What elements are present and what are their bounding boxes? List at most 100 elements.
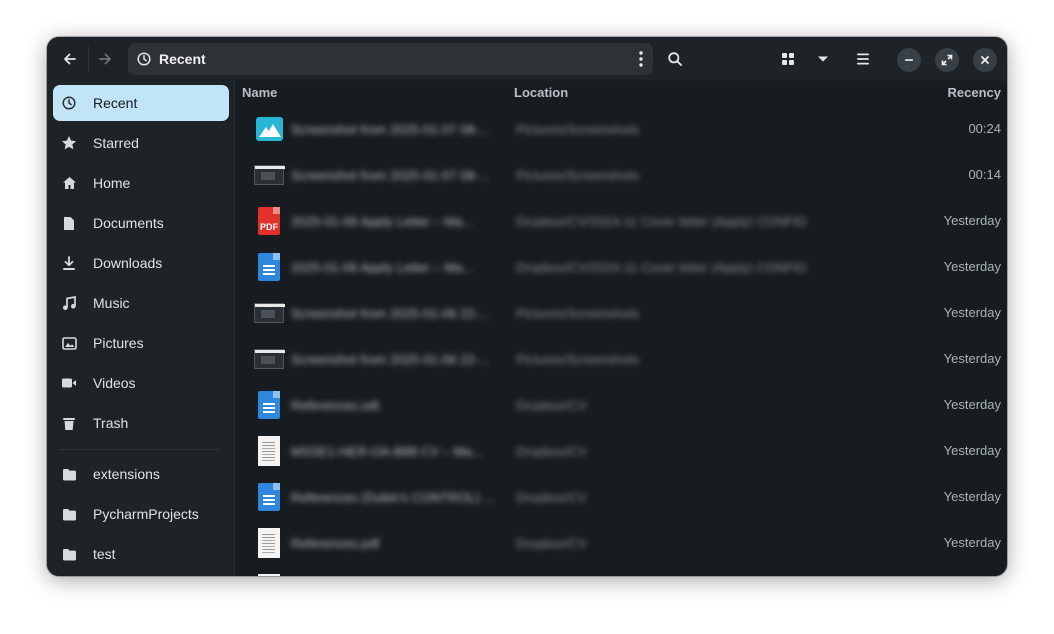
file-recency: Yesterday bbox=[943, 351, 1001, 366]
file-row[interactable]: PDF 2025-01-06 Apply Letter – Ma... Drop… bbox=[236, 198, 1007, 244]
sidebar-item-label: Starred bbox=[93, 135, 139, 151]
close-button[interactable] bbox=[973, 48, 997, 72]
location-bar[interactable]: Recent bbox=[128, 43, 653, 75]
file-location: Dropbox/CV bbox=[516, 398, 587, 412]
maximize-icon bbox=[941, 54, 953, 66]
image-file-icon bbox=[254, 114, 284, 144]
document-file-icon bbox=[254, 252, 284, 282]
back-button[interactable] bbox=[56, 45, 84, 73]
sidebar-item-label: PycharmProjects bbox=[93, 506, 199, 522]
clock-icon bbox=[137, 52, 151, 66]
sidebar-item-label: Documents bbox=[93, 215, 164, 231]
star-icon bbox=[61, 135, 77, 151]
forward-button[interactable] bbox=[91, 45, 119, 73]
sidebar-item-extensions[interactable]: extensions bbox=[53, 456, 229, 492]
folder-icon bbox=[61, 466, 77, 482]
close-icon bbox=[981, 56, 989, 64]
file-name: MSSE1-HER-OA-B88 CV – Ma... bbox=[291, 444, 483, 458]
grid-view-button[interactable] bbox=[774, 45, 802, 73]
document-file-icon bbox=[254, 390, 284, 420]
arrow-right-icon bbox=[99, 53, 111, 65]
file-name: Screenshot from 2025-01-07 08-... bbox=[291, 168, 490, 182]
search-icon bbox=[668, 52, 682, 66]
file-location: Dropbox/CV bbox=[516, 490, 587, 504]
column-header-recency[interactable]: Recency bbox=[948, 85, 1001, 100]
file-row[interactable]: References.odt Dropbox/CV Yesterday bbox=[236, 382, 1007, 428]
file-location: Dropbox/CV/2024-11 Cover letter (Apply) … bbox=[516, 214, 807, 228]
file-location: Dropbox/CV bbox=[516, 536, 587, 550]
sidebar-item-downloads[interactable]: Downloads bbox=[53, 245, 229, 281]
sidebar-item-videos[interactable]: Videos bbox=[53, 365, 229, 401]
minimize-button[interactable] bbox=[897, 48, 921, 72]
file-recency: 00:14 bbox=[968, 167, 1001, 182]
sidebar-item-music[interactable]: Music bbox=[53, 285, 229, 321]
file-row[interactable]: Screenshot from 2025-01-06 22-... Pictur… bbox=[236, 336, 1007, 382]
sidebar-item-pictures[interactable]: Pictures bbox=[53, 325, 229, 361]
file-name: 2025-01-06 Apply Letter – Ma... bbox=[291, 260, 474, 274]
sidebar-item-label: Music bbox=[93, 295, 130, 311]
column-header-name[interactable]: Name bbox=[242, 85, 277, 100]
page-thumbnail-icon bbox=[254, 436, 284, 466]
file-row[interactable]: Screenshot from 2025-01-06 22-... Pictur… bbox=[236, 290, 1007, 336]
sidebar-item-home[interactable]: Home bbox=[53, 165, 229, 201]
sidebar-item-recent[interactable]: Recent bbox=[53, 85, 229, 121]
clock-icon bbox=[61, 95, 77, 111]
file-row[interactable] bbox=[236, 566, 1007, 576]
sidebar-item-label: extensions bbox=[93, 466, 160, 482]
sidebar-item-trash[interactable]: Trash bbox=[53, 405, 229, 441]
page-thumbnail-icon bbox=[254, 574, 284, 576]
file-name: Screenshot from 2025-01-07 08-... bbox=[291, 122, 490, 136]
file-row[interactable]: Screenshot from 2025-01-07 08-... Pictur… bbox=[236, 152, 1007, 198]
hamburger-menu-icon bbox=[857, 53, 869, 65]
header-bar: Recent bbox=[47, 37, 1007, 81]
sidebar-item-label: Trash bbox=[93, 415, 129, 431]
sidebar-item-label: test bbox=[93, 546, 116, 562]
sidebar-item-test[interactable]: test bbox=[53, 536, 229, 572]
file-recency: Yesterday bbox=[943, 305, 1001, 320]
file-name: Screenshot from 2025-01-06 22-... bbox=[291, 352, 490, 366]
document-icon bbox=[61, 215, 77, 231]
kebab-menu-icon[interactable] bbox=[639, 51, 643, 67]
file-location: Pictures/Screenshots bbox=[516, 352, 639, 366]
column-header-location[interactable]: Location bbox=[514, 85, 568, 100]
music-icon bbox=[61, 295, 77, 311]
sidebar-item-label: Videos bbox=[93, 375, 136, 391]
file-recency: 00:24 bbox=[968, 121, 1001, 136]
sidebar-separator bbox=[59, 449, 219, 450]
file-manager-window: Recent Recent Starred Home Documents Dow… bbox=[47, 37, 1007, 576]
file-name: References.odt bbox=[291, 398, 380, 412]
file-name: Screenshot from 2025-01-06 22-... bbox=[291, 306, 490, 320]
nav-separator bbox=[88, 46, 89, 72]
sidebar-item-documents[interactable]: Documents bbox=[53, 205, 229, 241]
view-options-button[interactable] bbox=[809, 45, 837, 73]
file-recency: Yesterday bbox=[943, 535, 1001, 550]
sidebar-item-label: Recent bbox=[93, 95, 138, 111]
maximize-button[interactable] bbox=[935, 48, 959, 72]
file-name: References.pdf bbox=[291, 536, 380, 550]
file-row[interactable]: References (Dubin's CONTROL) ... Dropbox… bbox=[236, 474, 1007, 520]
location-title: Recent bbox=[159, 51, 206, 67]
file-row[interactable]: Screenshot from 2025-01-07 08-... Pictur… bbox=[236, 106, 1007, 152]
file-location: Pictures/Screenshots bbox=[516, 122, 639, 136]
sidebar-item-label: Pictures bbox=[93, 335, 144, 351]
sidebar-item-pycharmprojects[interactable]: PycharmProjects bbox=[53, 496, 229, 532]
file-recency: Yesterday bbox=[943, 397, 1001, 412]
download-icon bbox=[61, 255, 77, 271]
sidebar: Recent Starred Home Documents Downloads … bbox=[47, 81, 235, 576]
document-file-icon bbox=[254, 482, 284, 512]
file-name: References (Dubin's CONTROL) ... bbox=[291, 490, 495, 504]
arrow-left-icon bbox=[64, 53, 76, 65]
file-row[interactable]: MSSE1-HER-OA-B88 CV – Ma... Dropbox/CV Y… bbox=[236, 428, 1007, 474]
file-location: Dropbox/CV bbox=[516, 444, 587, 458]
file-recency: Yesterday bbox=[943, 259, 1001, 274]
file-recency: Yesterday bbox=[943, 213, 1001, 228]
page-thumbnail-icon bbox=[254, 528, 284, 558]
grid-icon bbox=[782, 53, 794, 65]
main-menu-button[interactable] bbox=[849, 45, 877, 73]
file-row[interactable]: References.pdf Dropbox/CV Yesterday bbox=[236, 520, 1007, 566]
file-location: Pictures/Screenshots bbox=[516, 168, 639, 182]
video-icon bbox=[61, 375, 77, 391]
file-row[interactable]: 2025-01-06 Apply Letter – Ma... Dropbox/… bbox=[236, 244, 1007, 290]
search-button[interactable] bbox=[661, 45, 689, 73]
sidebar-item-starred[interactable]: Starred bbox=[53, 125, 229, 161]
